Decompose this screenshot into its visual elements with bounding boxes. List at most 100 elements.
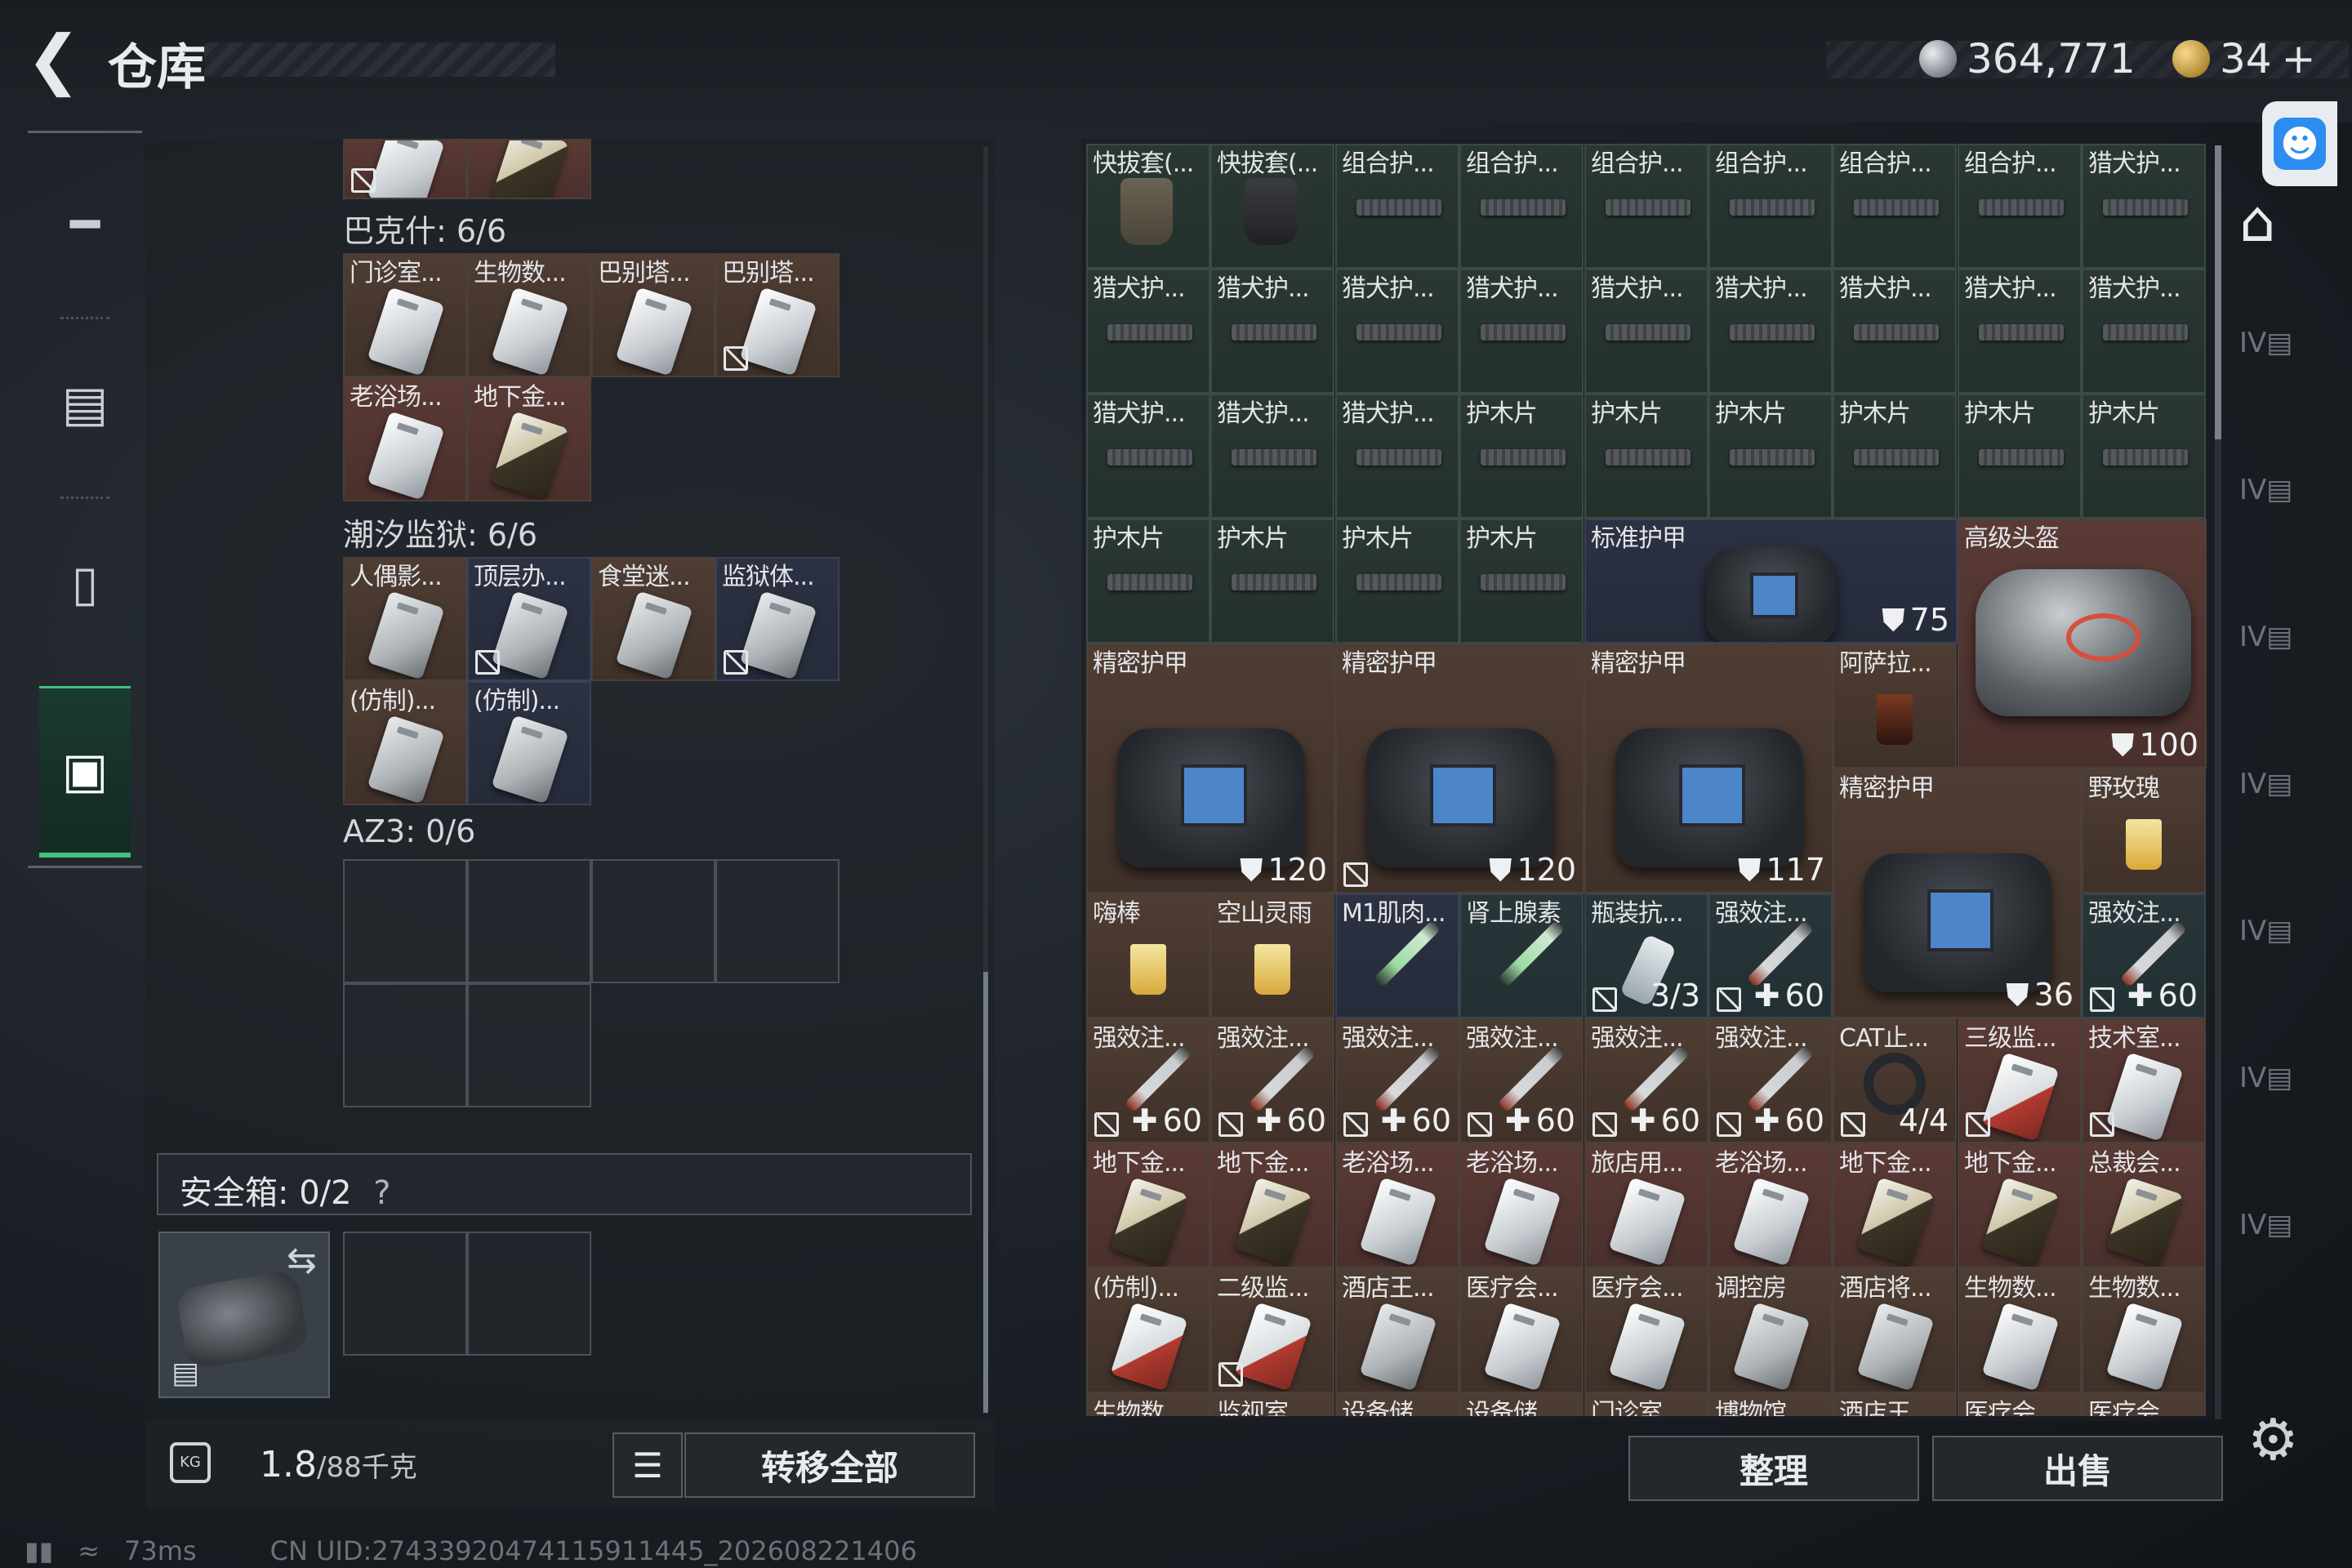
inventory-item[interactable]: 护木片 bbox=[1459, 519, 1584, 644]
inventory-item[interactable]: 地下金... bbox=[1833, 1143, 1957, 1268]
inventory-item[interactable]: 猎犬护... bbox=[1833, 269, 1957, 394]
filter-tab-1[interactable]: IV▤ bbox=[2239, 327, 2321, 425]
inventory-item[interactable]: 老浴场... bbox=[1335, 1143, 1459, 1268]
settings-gear-icon[interactable]: ⚙ bbox=[2247, 1406, 2299, 1473]
inventory-item[interactable]: 护木片 bbox=[1210, 519, 1334, 644]
nav-case[interactable]: ▣ bbox=[39, 686, 131, 858]
empty-slot[interactable] bbox=[591, 859, 715, 983]
inventory-item[interactable]: 猎犬护... bbox=[1335, 269, 1459, 394]
inventory-item[interactable]: 猎犬护... bbox=[1958, 269, 2082, 394]
inventory-item[interactable]: 猎犬护... bbox=[1335, 394, 1459, 519]
inventory-item[interactable]: 强效注... ✚ 60 bbox=[1210, 1018, 1334, 1143]
inventory-item[interactable]: 护木片 bbox=[1459, 394, 1584, 519]
inventory-item[interactable]: 猎犬护... bbox=[1708, 269, 1833, 394]
sell-button[interactable]: 出售 bbox=[1932, 1436, 2223, 1501]
inventory-item[interactable]: 技术室... bbox=[2082, 1018, 2206, 1143]
empty-slot[interactable] bbox=[715, 859, 840, 983]
warehouse-tab-icon[interactable]: ⌂ bbox=[2239, 188, 2321, 286]
inventory-item[interactable]: 强效注... ✚ 60 bbox=[1086, 1018, 1210, 1143]
back-arrow-icon[interactable]: ❮ bbox=[26, 27, 81, 92]
nav-weapon[interactable]: ━ bbox=[39, 163, 131, 286]
empty-slot[interactable] bbox=[343, 1232, 467, 1356]
filter-tab-4[interactable]: IV▤ bbox=[2239, 768, 2321, 866]
gold-currency[interactable]: 34 + bbox=[2172, 34, 2316, 83]
inventory-item[interactable]: 设备储... bbox=[1459, 1393, 1584, 1416]
inventory-item[interactable]: 老浴场... bbox=[1708, 1143, 1833, 1268]
warehouse-scrollbar[interactable] bbox=[2215, 145, 2221, 1419]
inventory-item[interactable]: 强效注... ✚ 60 bbox=[1708, 893, 1833, 1018]
inventory-item[interactable]: 巴别塔... bbox=[715, 253, 840, 377]
nav-rig[interactable]: ▯ bbox=[39, 523, 131, 645]
inventory-item[interactable]: 阿萨拉... bbox=[1833, 644, 1957, 768]
inventory-item[interactable]: 监狱体... bbox=[715, 557, 840, 681]
empty-slot[interactable] bbox=[343, 983, 467, 1107]
filter-tab-5[interactable]: IV▤ bbox=[2239, 915, 2321, 1013]
inventory-item[interactable]: (仿制)... bbox=[343, 681, 467, 805]
inventory-item[interactable]: 护木片 bbox=[1708, 394, 1833, 519]
inventory-item[interactable]: 老浴场... bbox=[1459, 1143, 1584, 1268]
inventory-item[interactable]: 医疗会... bbox=[1958, 1393, 2082, 1416]
inventory-item[interactable]: 空山灵雨 bbox=[1210, 893, 1334, 1018]
inventory-item[interactable]: 野玫瑰 bbox=[2082, 768, 2206, 893]
inventory-item[interactable]: 护木片 bbox=[1958, 394, 2082, 519]
inventory-item[interactable]: 强效注... ✚ 60 bbox=[1584, 1018, 1708, 1143]
inventory-item[interactable]: 猎犬护... bbox=[2082, 144, 2206, 269]
inventory-item[interactable]: 旅店用... bbox=[1584, 1143, 1708, 1268]
nav-backpack[interactable]: ▤ bbox=[39, 343, 131, 466]
inventory-item[interactable]: 地下金... bbox=[1210, 1143, 1334, 1268]
inventory-cell[interactable] bbox=[467, 139, 591, 199]
add-currency-icon[interactable]: + bbox=[2282, 35, 2316, 82]
inventory-item[interactable]: 调控房 bbox=[1708, 1268, 1833, 1393]
inventory-item[interactable]: 老浴场... bbox=[343, 377, 467, 501]
inventory-item[interactable]: 猎犬护... bbox=[2082, 269, 2206, 394]
inventory-item[interactable]: 二级监... bbox=[1210, 1268, 1334, 1393]
inventory-item[interactable]: M1肌肉... bbox=[1335, 893, 1459, 1018]
inventory-item[interactable]: 监视室... bbox=[1210, 1393, 1334, 1416]
inventory-item[interactable]: 巴别塔... bbox=[591, 253, 715, 377]
filter-tab-7[interactable]: IV▤ bbox=[2239, 1209, 2321, 1307]
inventory-item[interactable]: 生物数... bbox=[1958, 1268, 2082, 1393]
case-scrollbar[interactable] bbox=[983, 147, 988, 1413]
inventory-item[interactable]: 医疗会... bbox=[1584, 1268, 1708, 1393]
inventory-item[interactable]: 标准护甲 ⛊ 75 bbox=[1584, 519, 1958, 644]
inventory-item[interactable]: 护木片 bbox=[1086, 519, 1210, 644]
inventory-item[interactable]: 组合护... bbox=[1459, 144, 1584, 269]
inventory-item[interactable]: 总裁会... bbox=[2082, 1143, 2206, 1268]
inventory-item[interactable]: 博物馆... bbox=[1708, 1393, 1833, 1416]
empty-slot[interactable] bbox=[467, 1232, 591, 1356]
inventory-item[interactable]: 酒店王... bbox=[1335, 1268, 1459, 1393]
inventory-item[interactable]: 组合护... bbox=[1958, 144, 2082, 269]
inventory-item[interactable]: 医疗会... bbox=[2082, 1393, 2206, 1416]
transfer-all-button[interactable]: 转移全部 bbox=[684, 1432, 975, 1498]
inventory-item[interactable]: 嗨棒 bbox=[1086, 893, 1210, 1018]
empty-slot[interactable] bbox=[467, 983, 591, 1107]
empty-slot[interactable] bbox=[467, 859, 591, 983]
inventory-item[interactable]: (仿制)... bbox=[1086, 1268, 1210, 1393]
inventory-item[interactable]: 精密护甲 ⛊ 36 bbox=[1833, 768, 2082, 1018]
inventory-item[interactable]: 高级头盔 ⛊ 100 bbox=[1958, 519, 2207, 768]
inventory-item[interactable]: 猎犬护... bbox=[1584, 269, 1708, 394]
inventory-item[interactable]: 组合护... bbox=[1708, 144, 1833, 269]
inventory-item[interactable]: 生物数... bbox=[1086, 1393, 1210, 1416]
inventory-item[interactable]: 护木片 bbox=[2082, 394, 2206, 519]
inventory-item[interactable]: 猎犬护... bbox=[1210, 269, 1334, 394]
inventory-item[interactable]: 顶层办... bbox=[467, 557, 591, 681]
swap-icon[interactable]: ⇆ bbox=[287, 1240, 317, 1281]
filter-tab-6[interactable]: IV▤ bbox=[2239, 1062, 2321, 1160]
inventory-item[interactable]: 快拔套(... bbox=[1210, 144, 1334, 269]
filter-tab-2[interactable]: IV▤ bbox=[2239, 474, 2321, 572]
inventory-item[interactable]: 酒店王... bbox=[1833, 1393, 1957, 1416]
inventory-item[interactable]: 地下金... bbox=[467, 377, 591, 501]
inventory-item[interactable]: 组合护... bbox=[1833, 144, 1957, 269]
inventory-item[interactable]: 组合护... bbox=[1335, 144, 1459, 269]
inventory-item[interactable]: 人偶影... bbox=[343, 557, 467, 681]
inventory-item[interactable]: (仿制)... bbox=[467, 681, 591, 805]
inventory-item[interactable]: 生物数... bbox=[467, 253, 591, 377]
inventory-cell[interactable] bbox=[343, 139, 467, 199]
inventory-item[interactable]: 精密护甲 ⛊ 120 bbox=[1086, 644, 1335, 893]
inventory-item[interactable]: 快拔套(... bbox=[1086, 144, 1210, 269]
inventory-item[interactable]: 强效注... ✚ 60 bbox=[1335, 1018, 1459, 1143]
inventory-item[interactable]: 强效注... ✚ 60 bbox=[2082, 893, 2206, 1018]
inventory-item[interactable]: 地下金... bbox=[1958, 1143, 2082, 1268]
inventory-item[interactable]: 精密护甲 ⛊ 120 bbox=[1335, 644, 1584, 893]
